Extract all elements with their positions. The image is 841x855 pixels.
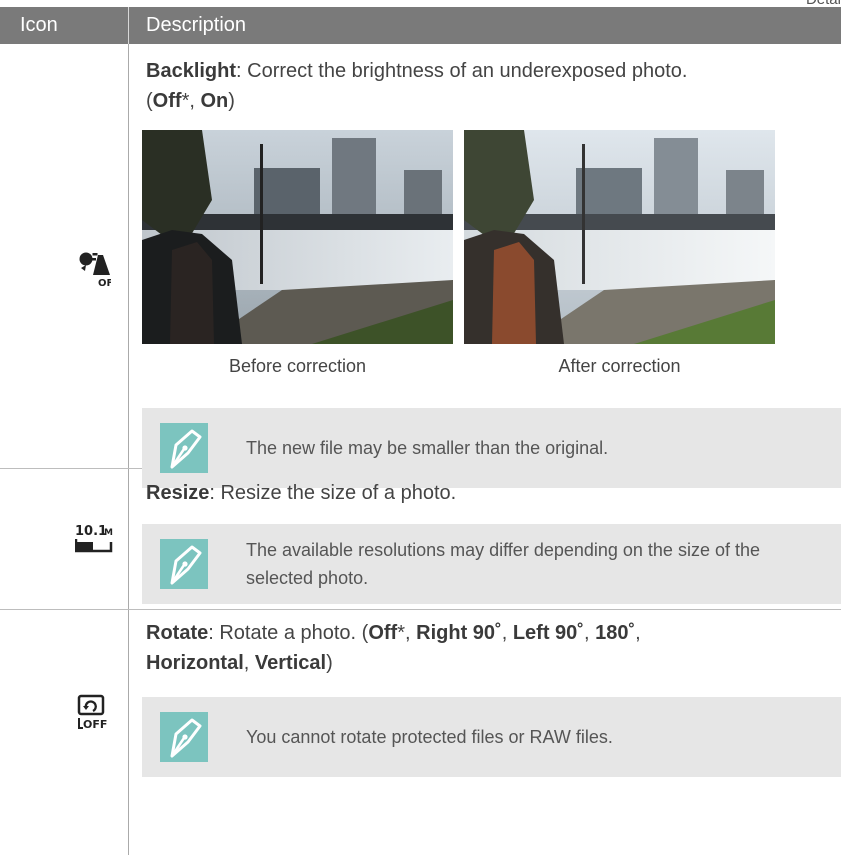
note-box: You cannot rotate protected files or RAW… <box>142 697 841 777</box>
note-text: You cannot rotate protected files or RAW… <box>246 727 613 747</box>
note-pen-icon <box>160 539 208 594</box>
after-correction-photo <box>464 130 775 344</box>
backlight-description: Backlight: Correct the brightness of an … <box>146 60 688 112</box>
resize-title: Resize <box>146 482 210 504</box>
svg-text:OFF: OFF <box>98 278 111 287</box>
svg-text:10.1: 10.1 <box>75 524 107 539</box>
note-pen-icon <box>160 423 208 478</box>
backlight-off-icon: OFF <box>77 249 120 292</box>
after-correction-caption: After correction <box>558 356 681 376</box>
note-box: The new file may be smaller than the ori… <box>142 408 841 488</box>
rotate-off-icon: OFF <box>77 694 111 735</box>
column-divider <box>128 469 129 609</box>
note-pen-icon <box>160 712 208 767</box>
note-box: The available resolutions may differ dep… <box>142 524 841 604</box>
rotate-title: Rotate <box>146 622 209 644</box>
header-icon-label: Icon <box>20 14 58 36</box>
before-correction-photo <box>142 130 453 344</box>
note-text: The available resolutions may differ dep… <box>246 540 760 588</box>
resize-10-1m-icon: 10.1 M <box>74 523 113 558</box>
row-divider <box>0 609 841 610</box>
header-description-label: Description <box>146 14 247 36</box>
table-header: Icon Description <box>0 7 841 44</box>
backlight-title: Backlight <box>146 60 237 82</box>
rotate-description: Rotate: Rotate a photo. (Off*, Right 90˚… <box>146 622 641 674</box>
column-divider <box>128 610 129 855</box>
svg-text:M: M <box>104 528 113 538</box>
note-text: The new file may be smaller than the ori… <box>246 438 609 458</box>
resize-description: Resize: Resize the size of a photo. <box>146 482 457 504</box>
svg-text:OFF: OFF <box>83 718 107 730</box>
column-divider <box>128 44 129 468</box>
before-correction-caption: Before correction <box>228 356 367 376</box>
